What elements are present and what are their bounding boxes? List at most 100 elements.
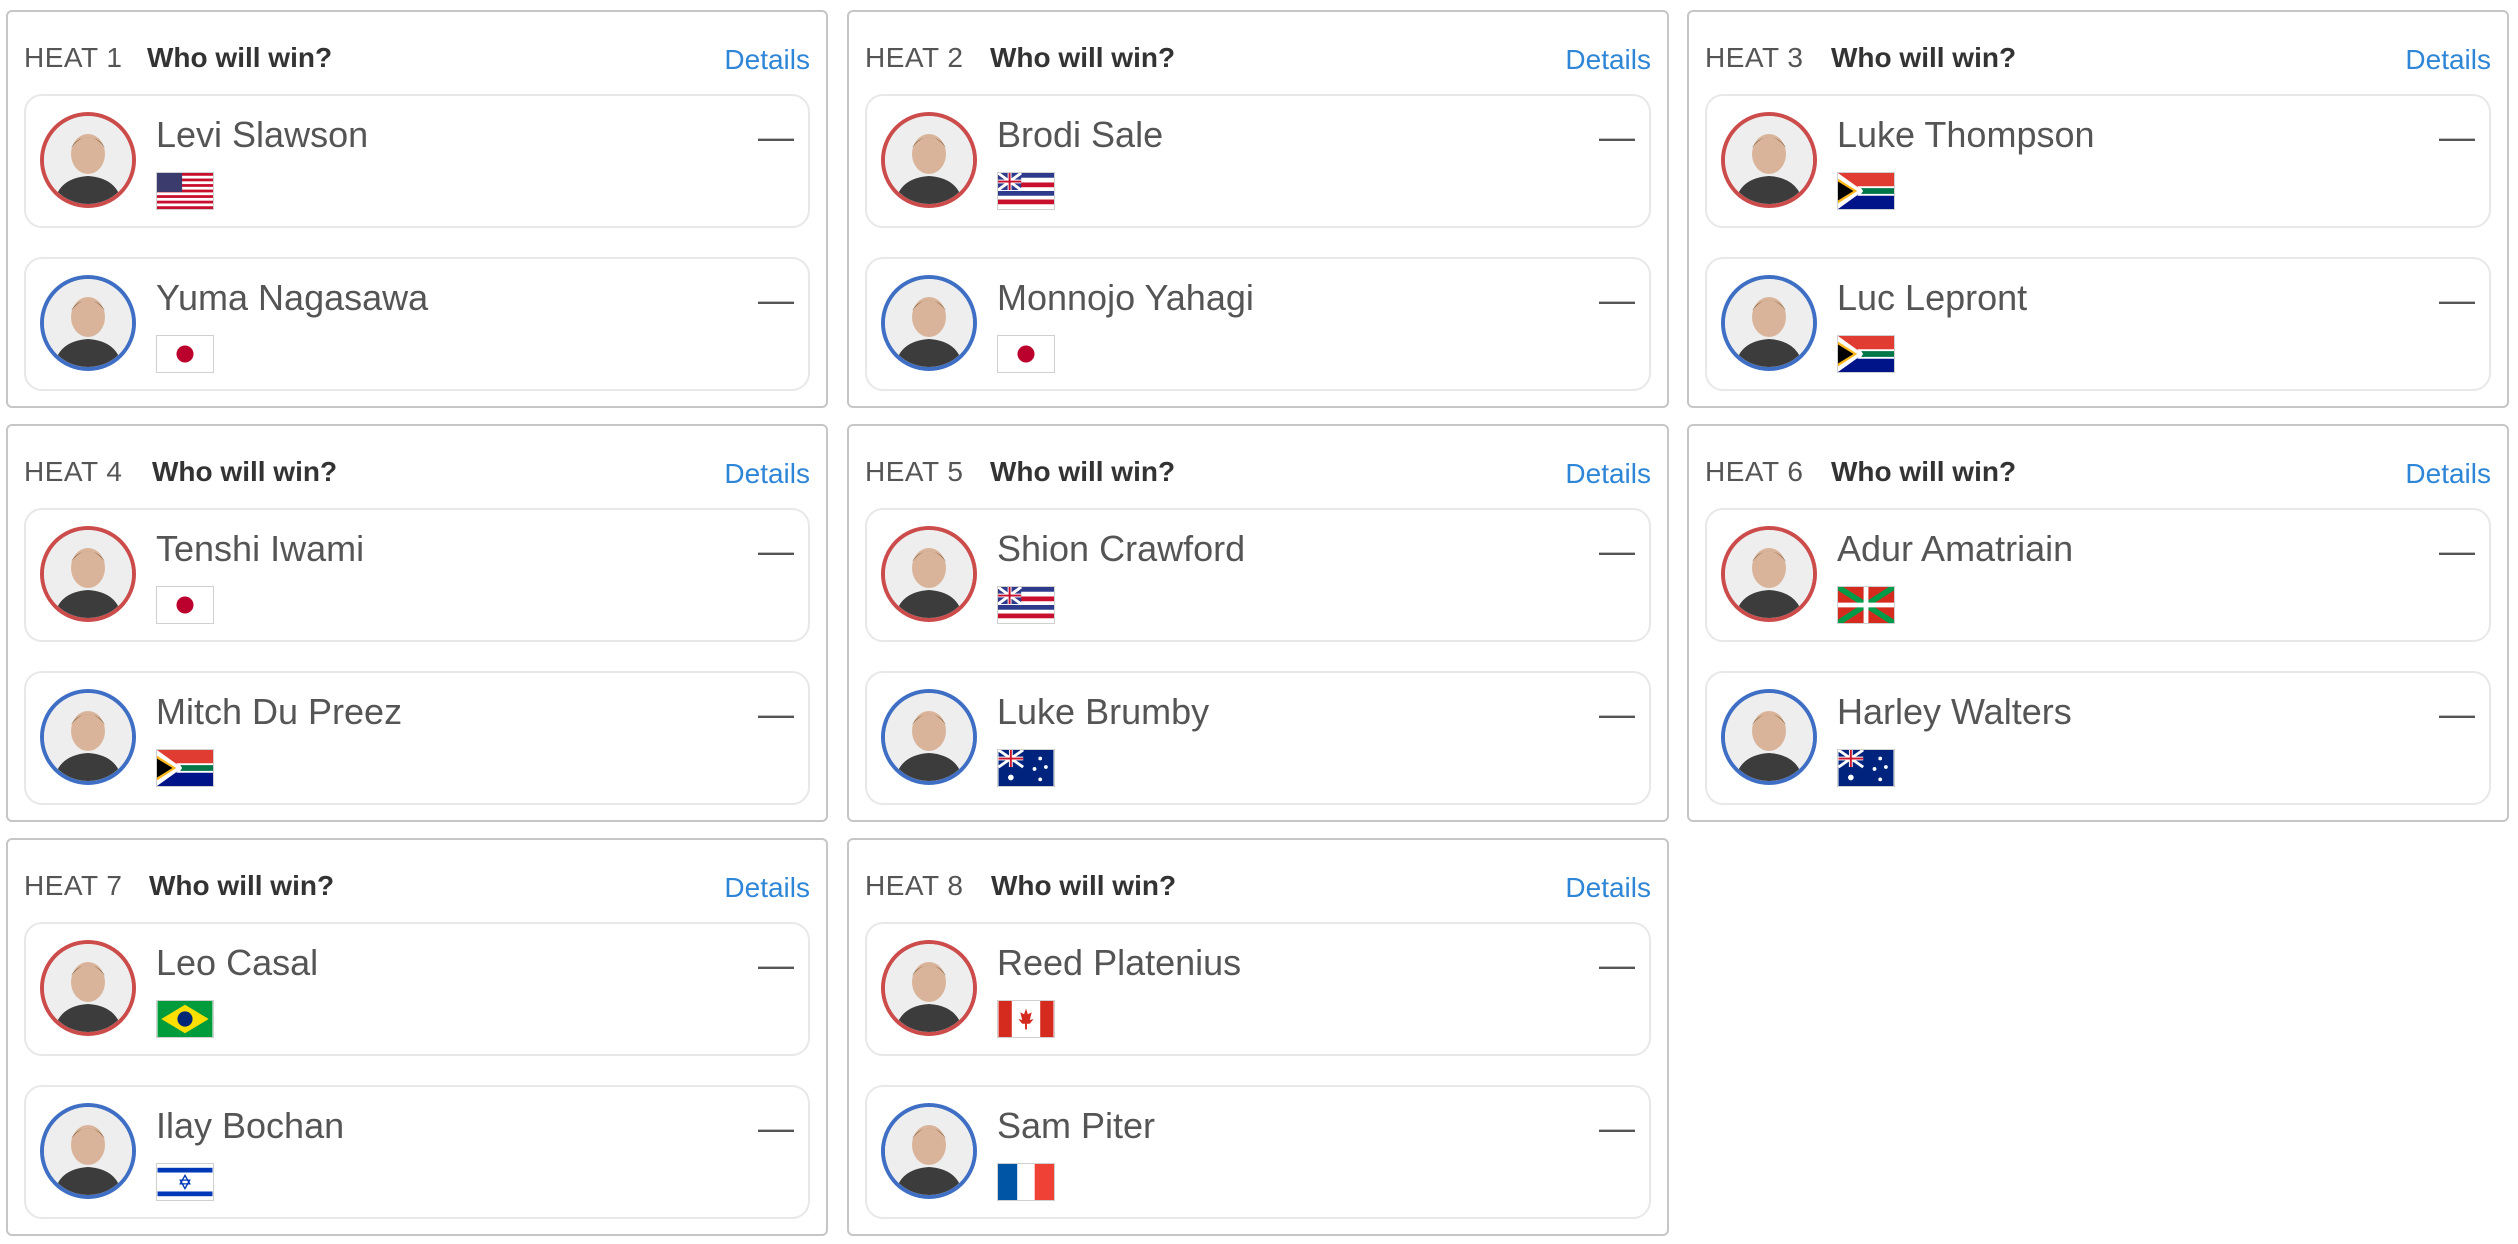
surfer-score: — xyxy=(758,530,794,571)
israel-flag xyxy=(156,1163,214,1201)
heat-label: HEAT 2 xyxy=(865,42,964,73)
surfer-card[interactable]: Sam Piter — xyxy=(865,1085,1651,1219)
surfer-score: — xyxy=(1599,116,1635,157)
heat-header: HEAT 2 Who will win? Details xyxy=(849,12,1667,90)
surfer-name: Luc Lepront xyxy=(1837,277,2028,318)
surfer-avatar xyxy=(40,689,136,785)
surfer-name: Mitch Du Preez xyxy=(156,691,403,732)
surfer-avatar xyxy=(881,689,977,785)
heat-label: HEAT 8 xyxy=(865,870,964,901)
surfer-score: — xyxy=(758,1107,794,1148)
surfer-card[interactable]: Ilay Bochan — xyxy=(24,1085,810,1219)
heat-header: HEAT 5 Who will win? Details xyxy=(849,426,1667,504)
heat-question: Who will win? xyxy=(1831,42,2017,73)
heat-label: HEAT 6 xyxy=(1705,456,1804,487)
heat-question: Who will win? xyxy=(991,870,1177,901)
surfer-card[interactable]: Harley Walters — xyxy=(1705,671,2491,805)
surfer-score: — xyxy=(2439,530,2475,571)
details-link[interactable]: Details xyxy=(1565,872,1651,904)
heat-card-7: HEAT 7 Who will win? Details Leo Casal —… xyxy=(6,838,828,1236)
surfer-avatar xyxy=(881,275,977,371)
surfer-name: Leo Casal xyxy=(156,942,319,983)
heat-label: HEAT 1 xyxy=(24,42,123,73)
details-link[interactable]: Details xyxy=(724,458,810,490)
surfer-avatar xyxy=(40,112,136,208)
heat-card-4: HEAT 4 Who will win? Details Tenshi Iwam… xyxy=(6,424,828,822)
surfer-score: — xyxy=(2439,693,2475,734)
surfer-name: Ilay Bochan xyxy=(156,1105,345,1146)
surfer-avatar xyxy=(40,275,136,371)
details-link[interactable]: Details xyxy=(1565,458,1651,490)
surfer-avatar xyxy=(881,940,977,1036)
heat-header: HEAT 3 Who will win? Details xyxy=(1689,12,2507,90)
surfer-avatar xyxy=(40,526,136,622)
surfer-card[interactable]: Luke Brumby — xyxy=(865,671,1651,805)
surfer-card[interactable]: Yuma Nagasawa — xyxy=(24,257,810,391)
surfer-card[interactable]: Monnojo Yahagi — xyxy=(865,257,1651,391)
heat-label: HEAT 7 xyxy=(24,870,123,901)
surfer-name: Adur Amatriain xyxy=(1837,528,2074,569)
surfer-card[interactable]: Adur Amatriain — xyxy=(1705,508,2491,642)
surfer-card[interactable]: Levi Slawson — xyxy=(24,94,810,228)
surfer-score: — xyxy=(1599,279,1635,320)
canada-flag xyxy=(997,1000,1055,1038)
surfer-avatar xyxy=(1721,112,1817,208)
heat-question: Who will win? xyxy=(149,870,335,901)
details-link[interactable]: Details xyxy=(2405,458,2491,490)
brazil-flag xyxy=(156,1000,214,1038)
heat-card-2: HEAT 2 Who will win? Details Brodi Sale … xyxy=(847,10,1669,408)
surfer-name: Luke Brumby xyxy=(997,691,1210,732)
surfer-card[interactable]: Mitch Du Preez — xyxy=(24,671,810,805)
surfer-avatar xyxy=(1721,275,1817,371)
heat-header: HEAT 6 Who will win? Details xyxy=(1689,426,2507,504)
heat-card-3: HEAT 3 Who will win? Details Luke Thomps… xyxy=(1687,10,2509,408)
surfer-name: Monnojo Yahagi xyxy=(997,277,1254,318)
surfer-score: — xyxy=(1599,530,1635,571)
hawaii-flag xyxy=(997,172,1055,210)
heat-label: HEAT 5 xyxy=(865,456,964,487)
heat-question: Who will win? xyxy=(990,456,1176,487)
details-link[interactable]: Details xyxy=(724,872,810,904)
surfer-name: Yuma Nagasawa xyxy=(156,277,429,318)
surfer-card[interactable]: Brodi Sale — xyxy=(865,94,1651,228)
usa-flag xyxy=(156,172,214,210)
heat-card-1: HEAT 1 Who will win? Details Levi Slawso… xyxy=(6,10,828,408)
surfer-card[interactable]: Tenshi Iwami — xyxy=(24,508,810,642)
heat-header: HEAT 7 Who will win? Details xyxy=(8,840,826,918)
surfer-avatar xyxy=(1721,689,1817,785)
surfer-score: — xyxy=(758,116,794,157)
surfer-name: Luke Thompson xyxy=(1837,114,2095,155)
heat-card-8: HEAT 8 Who will win? Details Reed Platen… xyxy=(847,838,1669,1236)
surfer-name: Sam Piter xyxy=(997,1105,1156,1146)
surfer-card[interactable]: Shion Crawford — xyxy=(865,508,1651,642)
surfer-name: Brodi Sale xyxy=(997,114,1164,155)
heat-question: Who will win? xyxy=(1831,456,2017,487)
details-link[interactable]: Details xyxy=(724,44,810,76)
heat-question: Who will win? xyxy=(147,42,333,73)
heat-header: HEAT 4 Who will win? Details xyxy=(8,426,826,504)
surfer-score: — xyxy=(1599,693,1635,734)
surfer-card[interactable]: Luc Lepront — xyxy=(1705,257,2491,391)
heat-label: HEAT 4 xyxy=(24,456,123,487)
surfer-score: — xyxy=(2439,116,2475,157)
details-link[interactable]: Details xyxy=(2405,44,2491,76)
south-africa-flag xyxy=(156,749,214,787)
surfer-score: — xyxy=(758,279,794,320)
surfer-avatar xyxy=(40,1103,136,1199)
hawaii-flag xyxy=(997,586,1055,624)
surfer-card[interactable]: Leo Casal — xyxy=(24,922,810,1056)
surfer-avatar xyxy=(881,1103,977,1199)
details-link[interactable]: Details xyxy=(1565,44,1651,76)
surfer-score: — xyxy=(1599,944,1635,985)
japan-flag xyxy=(156,335,214,373)
surfer-card[interactable]: Reed Platenius — xyxy=(865,922,1651,1056)
japan-flag xyxy=(997,335,1055,373)
surfer-name: Harley Walters xyxy=(1837,691,2072,732)
france-flag xyxy=(997,1163,1055,1201)
australia-flag xyxy=(997,749,1055,787)
surfer-score: — xyxy=(758,944,794,985)
surfer-card[interactable]: Luke Thompson — xyxy=(1705,94,2491,228)
surfer-avatar xyxy=(881,112,977,208)
heat-question: Who will win? xyxy=(990,42,1176,73)
heat-header: HEAT 1 Who will win? Details xyxy=(8,12,826,90)
